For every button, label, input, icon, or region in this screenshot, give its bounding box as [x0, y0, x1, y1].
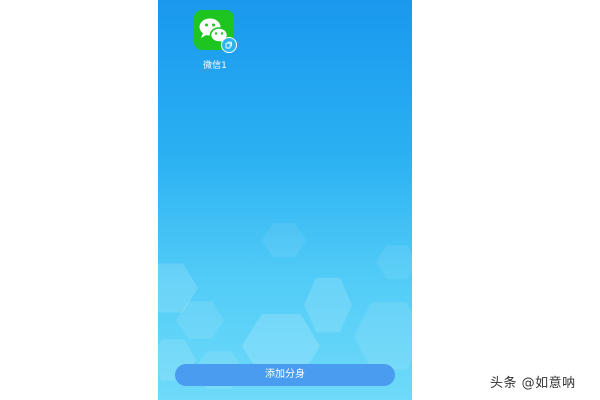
clone-badge-glyph — [225, 41, 232, 49]
phone-screen: 微信1 添加分身 — [158, 0, 412, 400]
app-label[interactable]: 微信1 — [180, 58, 250, 71]
app-icon-wechat-1[interactable] — [194, 10, 237, 53]
clone-badge-icon — [221, 37, 237, 53]
page: 微信1 添加分身 头条 @如意呐 — [0, 0, 600, 400]
background-hexagon — [304, 277, 352, 333]
background-hexagon — [354, 302, 412, 370]
background-hexagon — [262, 223, 306, 257]
background-hexagon — [376, 245, 412, 279]
watermark-text: 头条 @如意呐 — [490, 376, 576, 391]
add-clone-button[interactable]: 添加分身 — [175, 364, 395, 386]
